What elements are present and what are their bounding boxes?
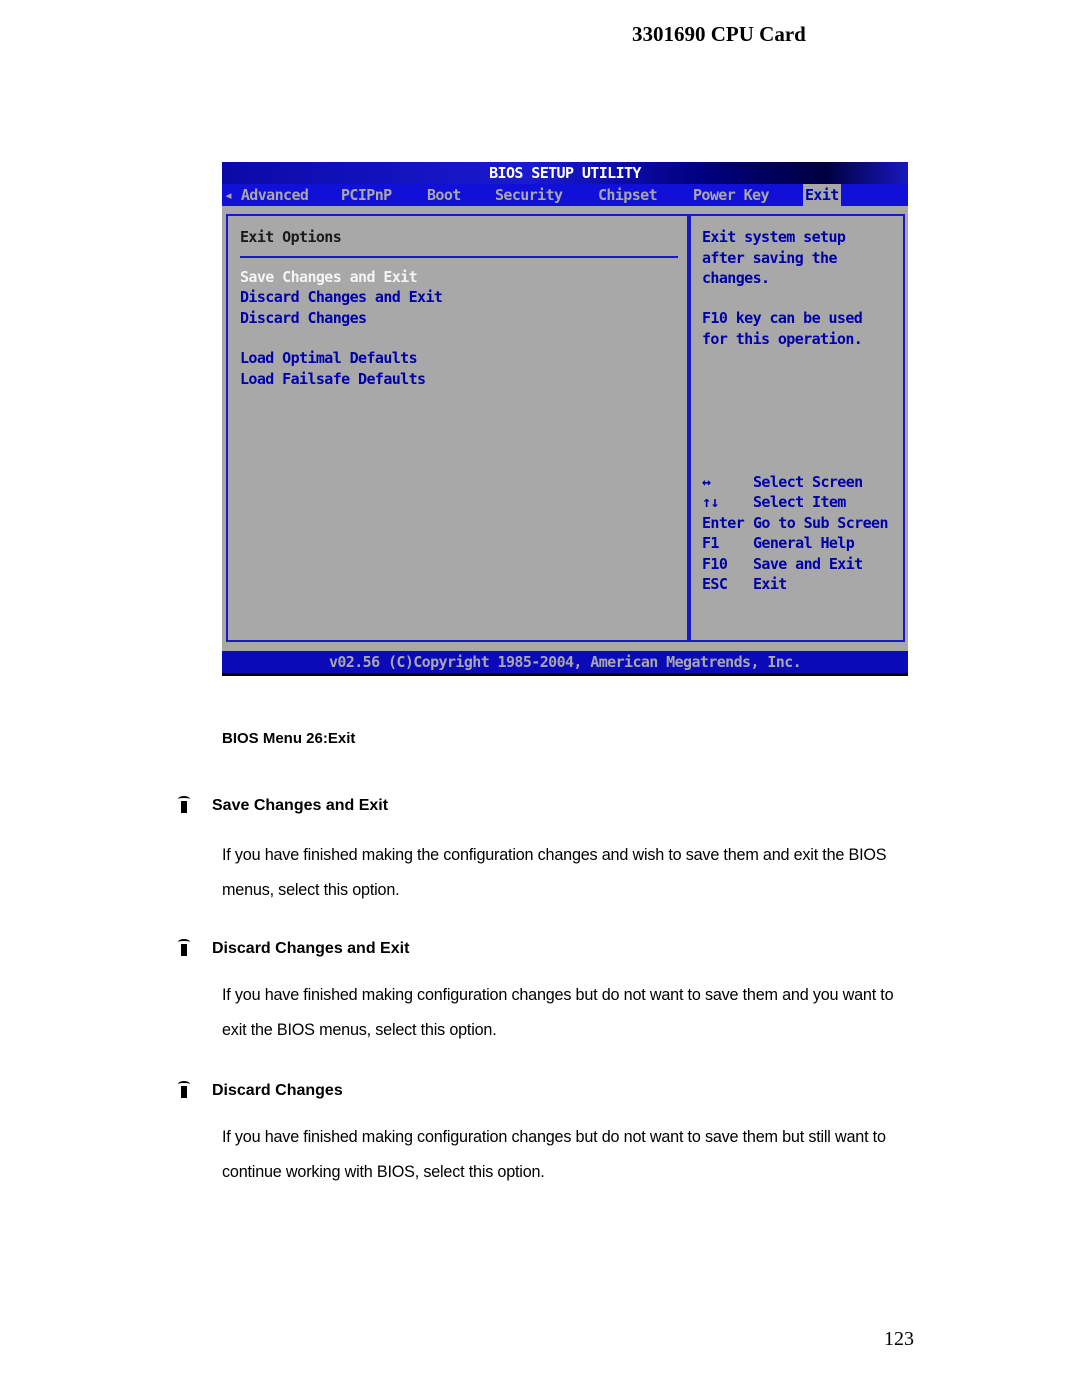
key-name: F10 bbox=[702, 554, 728, 573]
key-legend-row: ↑↓ Select Item bbox=[702, 492, 888, 512]
section-heading-discard-changes: Discard Changes bbox=[178, 1081, 343, 1100]
option-save-changes-and-exit[interactable]: Save Changes and Exit bbox=[240, 268, 418, 286]
key-name: ESC bbox=[702, 574, 728, 593]
key-action: Select Item bbox=[753, 493, 846, 512]
key-name: Enter bbox=[702, 513, 745, 532]
option-load-optimal-defaults[interactable]: Load Optimal Defaults bbox=[240, 349, 418, 367]
up-down-arrow-icon: ↑↓ bbox=[702, 493, 719, 512]
key-legend-row: ESC Exit bbox=[702, 574, 888, 594]
section-heading-discard-changes-and-exit: Discard Changes and Exit bbox=[178, 939, 409, 958]
section-heading-text: Discard Changes and Exit bbox=[212, 940, 410, 957]
help-shortcut-note: F10 key can be used for this operation. bbox=[702, 309, 863, 348]
bios-screenshot: BIOS SETUP UTILITY ◂ Advanced PCIPnP Boo… bbox=[222, 162, 908, 676]
key-legend: ↔ Select Screen ↑↓ Select Item Enter Go to … bbox=[702, 472, 889, 594]
bullet-icon bbox=[178, 1081, 190, 1098]
key-action: Exit bbox=[753, 574, 787, 593]
key-action: General Help bbox=[753, 534, 855, 553]
help-description: Exit system setup after saving the chang… bbox=[702, 228, 846, 287]
page-header: 3301690 CPU Card bbox=[632, 22, 806, 46]
tab-chipset[interactable]: Chipset bbox=[598, 184, 658, 206]
bullet-icon bbox=[178, 796, 190, 813]
tab-security[interactable]: Security bbox=[495, 184, 563, 206]
page-number: 123 bbox=[884, 1328, 914, 1350]
option-discard-changes[interactable]: Discard Changes bbox=[240, 309, 367, 327]
key-name: F1 bbox=[702, 534, 719, 553]
help-panel: Exit system setup after saving the chang… bbox=[689, 214, 905, 642]
key-legend-row: ↔ Select Screen bbox=[702, 472, 888, 492]
tab-power-key[interactable]: Power Key bbox=[693, 184, 769, 206]
key-legend-row: Enter Go to Sub Screen bbox=[702, 513, 889, 533]
divider bbox=[240, 256, 678, 258]
section-body: If you have finished making configuratio… bbox=[222, 986, 894, 1039]
key-action: Select Screen bbox=[753, 473, 863, 491]
bullet-icon bbox=[178, 939, 190, 956]
tab-pcipnp[interactable]: PCIPnP bbox=[341, 184, 392, 206]
option-load-failsafe-defaults[interactable]: Load Failsafe Defaults bbox=[240, 370, 426, 388]
option-discard-changes-and-exit[interactable]: Discard Changes and Exit bbox=[240, 288, 443, 306]
section-heading-save-changes-and-exit: Save Changes and Exit bbox=[178, 796, 388, 815]
left-right-arrow-icon: ↔ bbox=[702, 473, 711, 491]
key-legend-row: F10 Save and Exit bbox=[702, 554, 888, 574]
tab-boot[interactable]: Boot bbox=[427, 184, 461, 206]
section-body: If you have finished making configuratio… bbox=[222, 1128, 886, 1181]
bios-copyright-bar: v02.56 (C)Copyright 1985-2004, American … bbox=[222, 651, 908, 673]
key-legend-row: F1 General Help bbox=[702, 533, 888, 553]
key-action: Go to Sub Screen bbox=[753, 513, 889, 532]
section-body: If you have finished making the configur… bbox=[222, 846, 887, 899]
tab-exit[interactable]: Exit bbox=[803, 184, 841, 206]
section-heading-text: Save Changes and Exit bbox=[212, 797, 389, 814]
figure-caption: BIOS Menu 26:Exit bbox=[222, 730, 356, 747]
exit-options-panel: Exit Options Save Changes and Exit Disca… bbox=[226, 214, 689, 642]
exit-options-title: Exit Options bbox=[240, 228, 342, 246]
key-action: Save and Exit bbox=[753, 554, 863, 573]
bios-tab-bar: ◂ Advanced PCIPnP Boot Security Chipset … bbox=[222, 184, 908, 206]
bios-title-bar: BIOS SETUP UTILITY bbox=[222, 162, 908, 184]
section-heading-text: Discard Changes bbox=[212, 1082, 343, 1099]
tab-advanced[interactable]: ◂ Advanced bbox=[224, 184, 309, 206]
